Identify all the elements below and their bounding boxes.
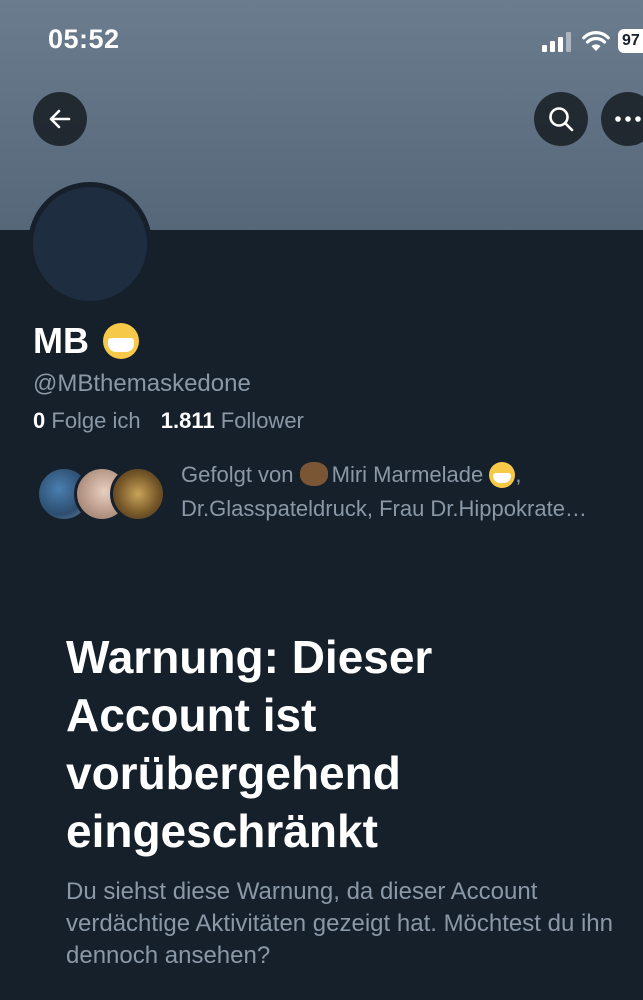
following-label: Folge ich <box>51 408 141 433</box>
following-count: 0 <box>33 408 46 433</box>
followed-by-text[interactable]: Gefolgt von Miri Marmelade , Dr.Glasspat… <box>181 458 621 526</box>
more-horizontal-icon <box>615 116 641 122</box>
sloth-emoji-icon <box>299 462 328 486</box>
follower-avatar <box>110 466 166 522</box>
follow-counts: 0 Folge ich 1.811 Follower <box>33 408 304 434</box>
followed-by-prefix: Gefolgt von <box>181 462 294 487</box>
wifi-icon <box>582 31 610 51</box>
following-link[interactable]: 0 Folge ich <box>33 408 141 433</box>
battery-icon: 97 <box>618 29 643 53</box>
followed-by-others: Dr.Glasspateldruck, Frau Dr.Hippokrate… <box>181 496 587 521</box>
followers-count: 1.811 <box>160 408 215 433</box>
medical-mask-emoji-icon <box>103 323 139 359</box>
status-time: 05:52 <box>48 24 120 54</box>
followed-by-first-name: Miri Marmelade <box>331 462 484 487</box>
followers-label: Follower <box>220 408 304 433</box>
arrow-left-icon <box>49 109 71 129</box>
back-button[interactable] <box>33 92 87 146</box>
medical-mask-emoji-icon <box>489 462 516 488</box>
warning-title: Warnung: Dieser Account ist vorübergehen… <box>66 631 433 857</box>
display-name-text: MB <box>33 320 89 361</box>
search-button[interactable] <box>534 92 588 146</box>
status-bar: 05:52 97 <box>0 0 643 84</box>
profile-handle: @MBthemaskedone <box>33 370 251 397</box>
search-icon <box>549 107 574 132</box>
avatar[interactable] <box>28 182 152 306</box>
followed-by-avatars[interactable] <box>36 466 166 522</box>
display-name: MB <box>33 320 139 362</box>
followers-link[interactable]: 1.811 Follower <box>161 408 304 433</box>
cellular-signal-icon <box>542 32 574 52</box>
warning-text: Du siehst diese Warnung, da dieser Accou… <box>66 878 613 969</box>
